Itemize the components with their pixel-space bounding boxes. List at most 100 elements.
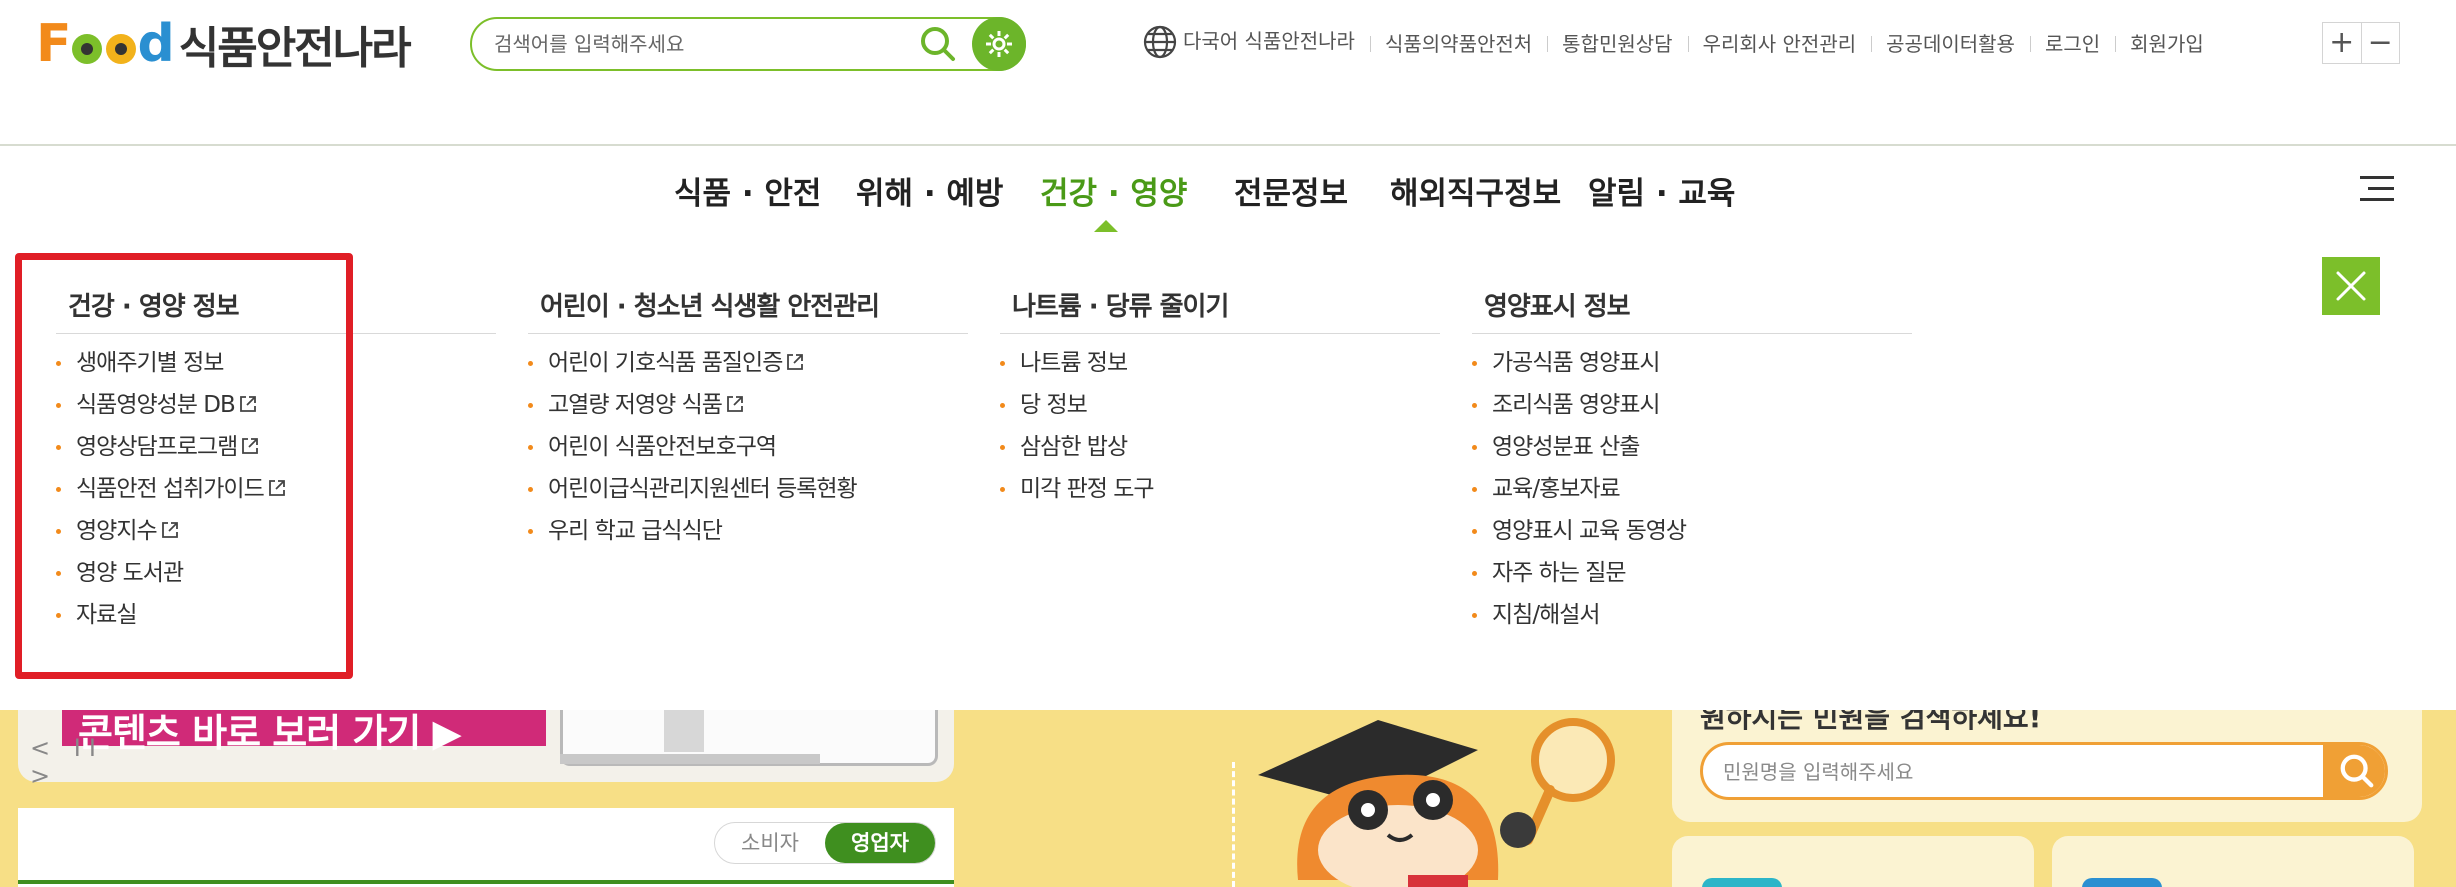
column-title: 어린이 · 청소년 식생활 안전관리 bbox=[528, 286, 968, 334]
menu-item-child-meal-center[interactable]: 어린이급식관리지원센터 등록현황 bbox=[528, 468, 968, 510]
menu-item-guidelines[interactable]: 지침/해설서 bbox=[1472, 594, 1912, 636]
util-link-multilingual[interactable]: 다국어 식품안전나라 bbox=[1128, 25, 1370, 60]
gear-icon bbox=[986, 31, 1012, 57]
mega-column-sodium-sugar: 나트륨 · 당류 줄이기 나트륨 정보 당 정보 삼삼한 밥상 미각 판정 도구 bbox=[1000, 286, 1440, 510]
gnb-item-health-nutrition[interactable]: 건강 · 영양 bbox=[1040, 168, 1187, 213]
menu-item-label: 자료실 bbox=[76, 602, 137, 628]
util-link-login[interactable]: 로그인 bbox=[2029, 28, 2115, 57]
search-settings-button[interactable] bbox=[972, 17, 1026, 71]
menu-item-label: 식품영양성분 DB bbox=[76, 392, 236, 418]
menu-item-nutrition-index[interactable]: 영양지수 bbox=[56, 510, 496, 552]
minwon-title: 원하시는 민원을 검색하세요! bbox=[1700, 710, 2042, 734]
menu-item-label: 우리 학교 급식식단 bbox=[548, 518, 723, 544]
menu-item-archive[interactable]: 자료실 bbox=[56, 594, 496, 636]
external-link-icon bbox=[787, 353, 804, 370]
minwon-search-button[interactable] bbox=[2323, 745, 2385, 797]
mega-menu-close-button[interactable] bbox=[2322, 257, 2380, 315]
quick-card-right-badge bbox=[2082, 878, 2162, 887]
menu-item-label: 식품안전 섭취가이드 bbox=[76, 476, 265, 502]
menu-item-child-safety-zone[interactable]: 어린이 식품안전보호구역 bbox=[528, 426, 968, 468]
util-link-company-safety[interactable]: 우리회사 안전관리 bbox=[1687, 28, 1872, 57]
search-input[interactable] bbox=[492, 29, 912, 59]
zoom-controls: + − bbox=[2322, 22, 2400, 64]
menu-item-education-pr[interactable]: 교육/홍보자료 bbox=[1472, 468, 1912, 510]
menu-item-school-meal[interactable]: 우리 학교 급식식단 bbox=[528, 510, 968, 552]
util-link-label: 다국어 식품안전나라 bbox=[1183, 28, 1355, 53]
quick-card-left[interactable] bbox=[1672, 836, 2034, 887]
quick-card-left-badge bbox=[1702, 878, 1782, 887]
mega-column-nutrition-labeling: 영양표시 정보 가공식품 영양표시 조리식품 영양표시 영양성분표 산출 교육/… bbox=[1472, 286, 1912, 636]
column-title: 나트륨 · 당류 줄이기 bbox=[1000, 286, 1440, 334]
banner-cta-text[interactable]: 콘텐츠 바로 보러 가기 ▶ bbox=[78, 710, 462, 757]
search-icon bbox=[921, 27, 955, 61]
menu-item-sodium-info[interactable]: 나트륨 정보 bbox=[1000, 342, 1440, 384]
external-link-icon bbox=[268, 479, 285, 496]
tab-consumer[interactable]: 소비자 bbox=[715, 823, 825, 863]
mega-column-health-nutrition: 건강 · 영양 정보 생애주기별 정보 식품영양성분 DB 영양상담프로그램 식… bbox=[56, 286, 496, 636]
banner-monitor-base bbox=[560, 754, 820, 764]
menu-item-samsam-table[interactable]: 삼삼한 밥상 bbox=[1000, 426, 1440, 468]
menu-item-faq[interactable]: 자주 하는 질문 bbox=[1472, 552, 1912, 594]
menu-item-label: 당 정보 bbox=[1020, 392, 1088, 418]
menu-item-label: 어린이급식관리지원센터 등록현황 bbox=[548, 476, 858, 502]
util-link-public-data[interactable]: 공공데이터활용 bbox=[1871, 28, 2030, 57]
search-button[interactable] bbox=[918, 24, 958, 64]
menu-item-high-calorie-food[interactable]: 고열량 저영양 식품 bbox=[528, 384, 968, 426]
menu-item-nutrition-library[interactable]: 영양 도서관 bbox=[56, 552, 496, 594]
user-type-toggle: 소비자 영업자 bbox=[714, 822, 936, 864]
menu-item-label: 영양성분표 산출 bbox=[1492, 434, 1640, 460]
logo-food-mark: Fd bbox=[36, 14, 175, 74]
gnb-item-hazard-prevention[interactable]: 위해 · 예방 bbox=[856, 168, 1003, 213]
external-link-icon bbox=[727, 395, 743, 412]
minwon-search-box bbox=[1700, 742, 2388, 800]
gnb-item-expert-info[interactable]: 전문정보 bbox=[1234, 168, 1348, 213]
menu-item-label: 고열량 저영양 식품 bbox=[548, 392, 723, 418]
menu-item-label: 생애주기별 정보 bbox=[76, 350, 224, 376]
util-link-consult[interactable]: 통합민원상담 bbox=[1547, 28, 1687, 57]
zoom-in-button[interactable]: + bbox=[2323, 23, 2361, 63]
column-title: 건강 · 영양 정보 bbox=[56, 286, 496, 334]
hamburger-menu-icon[interactable] bbox=[2360, 176, 2394, 202]
menu-item-education-video[interactable]: 영양표시 교육 동영상 bbox=[1472, 510, 1912, 552]
slider-controls[interactable]: < II > bbox=[30, 734, 110, 790]
menu-item-label: 어린이 식품안전보호구역 bbox=[548, 434, 777, 460]
util-link-signup[interactable]: 회원가입 bbox=[2115, 28, 2219, 57]
close-icon bbox=[2336, 271, 2366, 301]
site-logo[interactable]: Fd 식품안전나라 bbox=[36, 14, 412, 74]
quick-card-right[interactable] bbox=[2052, 836, 2414, 887]
minwon-search-input[interactable] bbox=[1721, 757, 2281, 787]
menu-item-label: 가공식품 영양표시 bbox=[1492, 350, 1661, 376]
menu-item-label: 영양상담프로그램 bbox=[76, 434, 238, 460]
mascot-illustration bbox=[1258, 718, 1615, 887]
external-link-icon bbox=[161, 521, 178, 538]
menu-item-cooked-food-label[interactable]: 조리식품 영양표시 bbox=[1472, 384, 1912, 426]
zoom-out-button[interactable]: − bbox=[2360, 23, 2400, 63]
active-menu-indicator bbox=[1094, 220, 1118, 232]
page-background: 콘텐츠 바로 보러 가기 ▶ < II > 소비자 영업자 원하시는 민원을 검… bbox=[0, 710, 2456, 887]
util-link-mfds[interactable]: 식품의약품안전처 bbox=[1369, 28, 1547, 57]
menu-item-label: 나트륨 정보 bbox=[1020, 350, 1128, 376]
gnb-item-notice-education[interactable]: 알림 · 교육 bbox=[1588, 168, 1735, 213]
tab-underline bbox=[18, 880, 954, 884]
external-link-icon bbox=[242, 437, 259, 454]
site-header: Fd 식품안전나라 검색어를 입력해주세요 다국어 식품안전나라 식품의약품안전… bbox=[0, 0, 2456, 232]
banner-monitor-stand bbox=[664, 710, 704, 752]
menu-item-nutrition-facts-calc[interactable]: 영양성분표 산출 bbox=[1472, 426, 1912, 468]
menu-item-intake-guide[interactable]: 식품안전 섭취가이드 bbox=[56, 468, 496, 510]
utility-nav: 다국어 식품안전나라 식품의약품안전처 통합민원상담 우리회사 안전관리 공공데… bbox=[1128, 22, 2219, 62]
menu-item-taste-test-tool[interactable]: 미각 판정 도구 bbox=[1000, 468, 1440, 510]
menu-item-child-food-certification[interactable]: 어린이 기호식품 품질인증 bbox=[528, 342, 968, 384]
menu-item-label: 영양표시 교육 동영상 bbox=[1492, 518, 1687, 544]
menu-item-lifecycle-info[interactable]: 생애주기별 정보 bbox=[56, 342, 496, 384]
logo-korean-text: 식품안전나라 bbox=[178, 23, 412, 74]
gnb-item-overseas-purchase[interactable]: 해외직구정보 bbox=[1390, 168, 1561, 213]
menu-item-nutrient-db[interactable]: 식품영양성분 DB bbox=[56, 384, 496, 426]
menu-item-label: 교육/홍보자료 bbox=[1492, 476, 1621, 502]
gnb-item-food-safety[interactable]: 식품 · 안전 bbox=[674, 168, 821, 213]
menu-item-processed-food-label[interactable]: 가공식품 영양표시 bbox=[1472, 342, 1912, 384]
menu-item-nutrition-counseling[interactable]: 영양상담프로그램 bbox=[56, 426, 496, 468]
tab-business[interactable]: 영업자 bbox=[825, 823, 935, 863]
search-box bbox=[470, 17, 1026, 71]
menu-item-label: 조리식품 영양표시 bbox=[1492, 392, 1661, 418]
menu-item-sugar-info[interactable]: 당 정보 bbox=[1000, 384, 1440, 426]
